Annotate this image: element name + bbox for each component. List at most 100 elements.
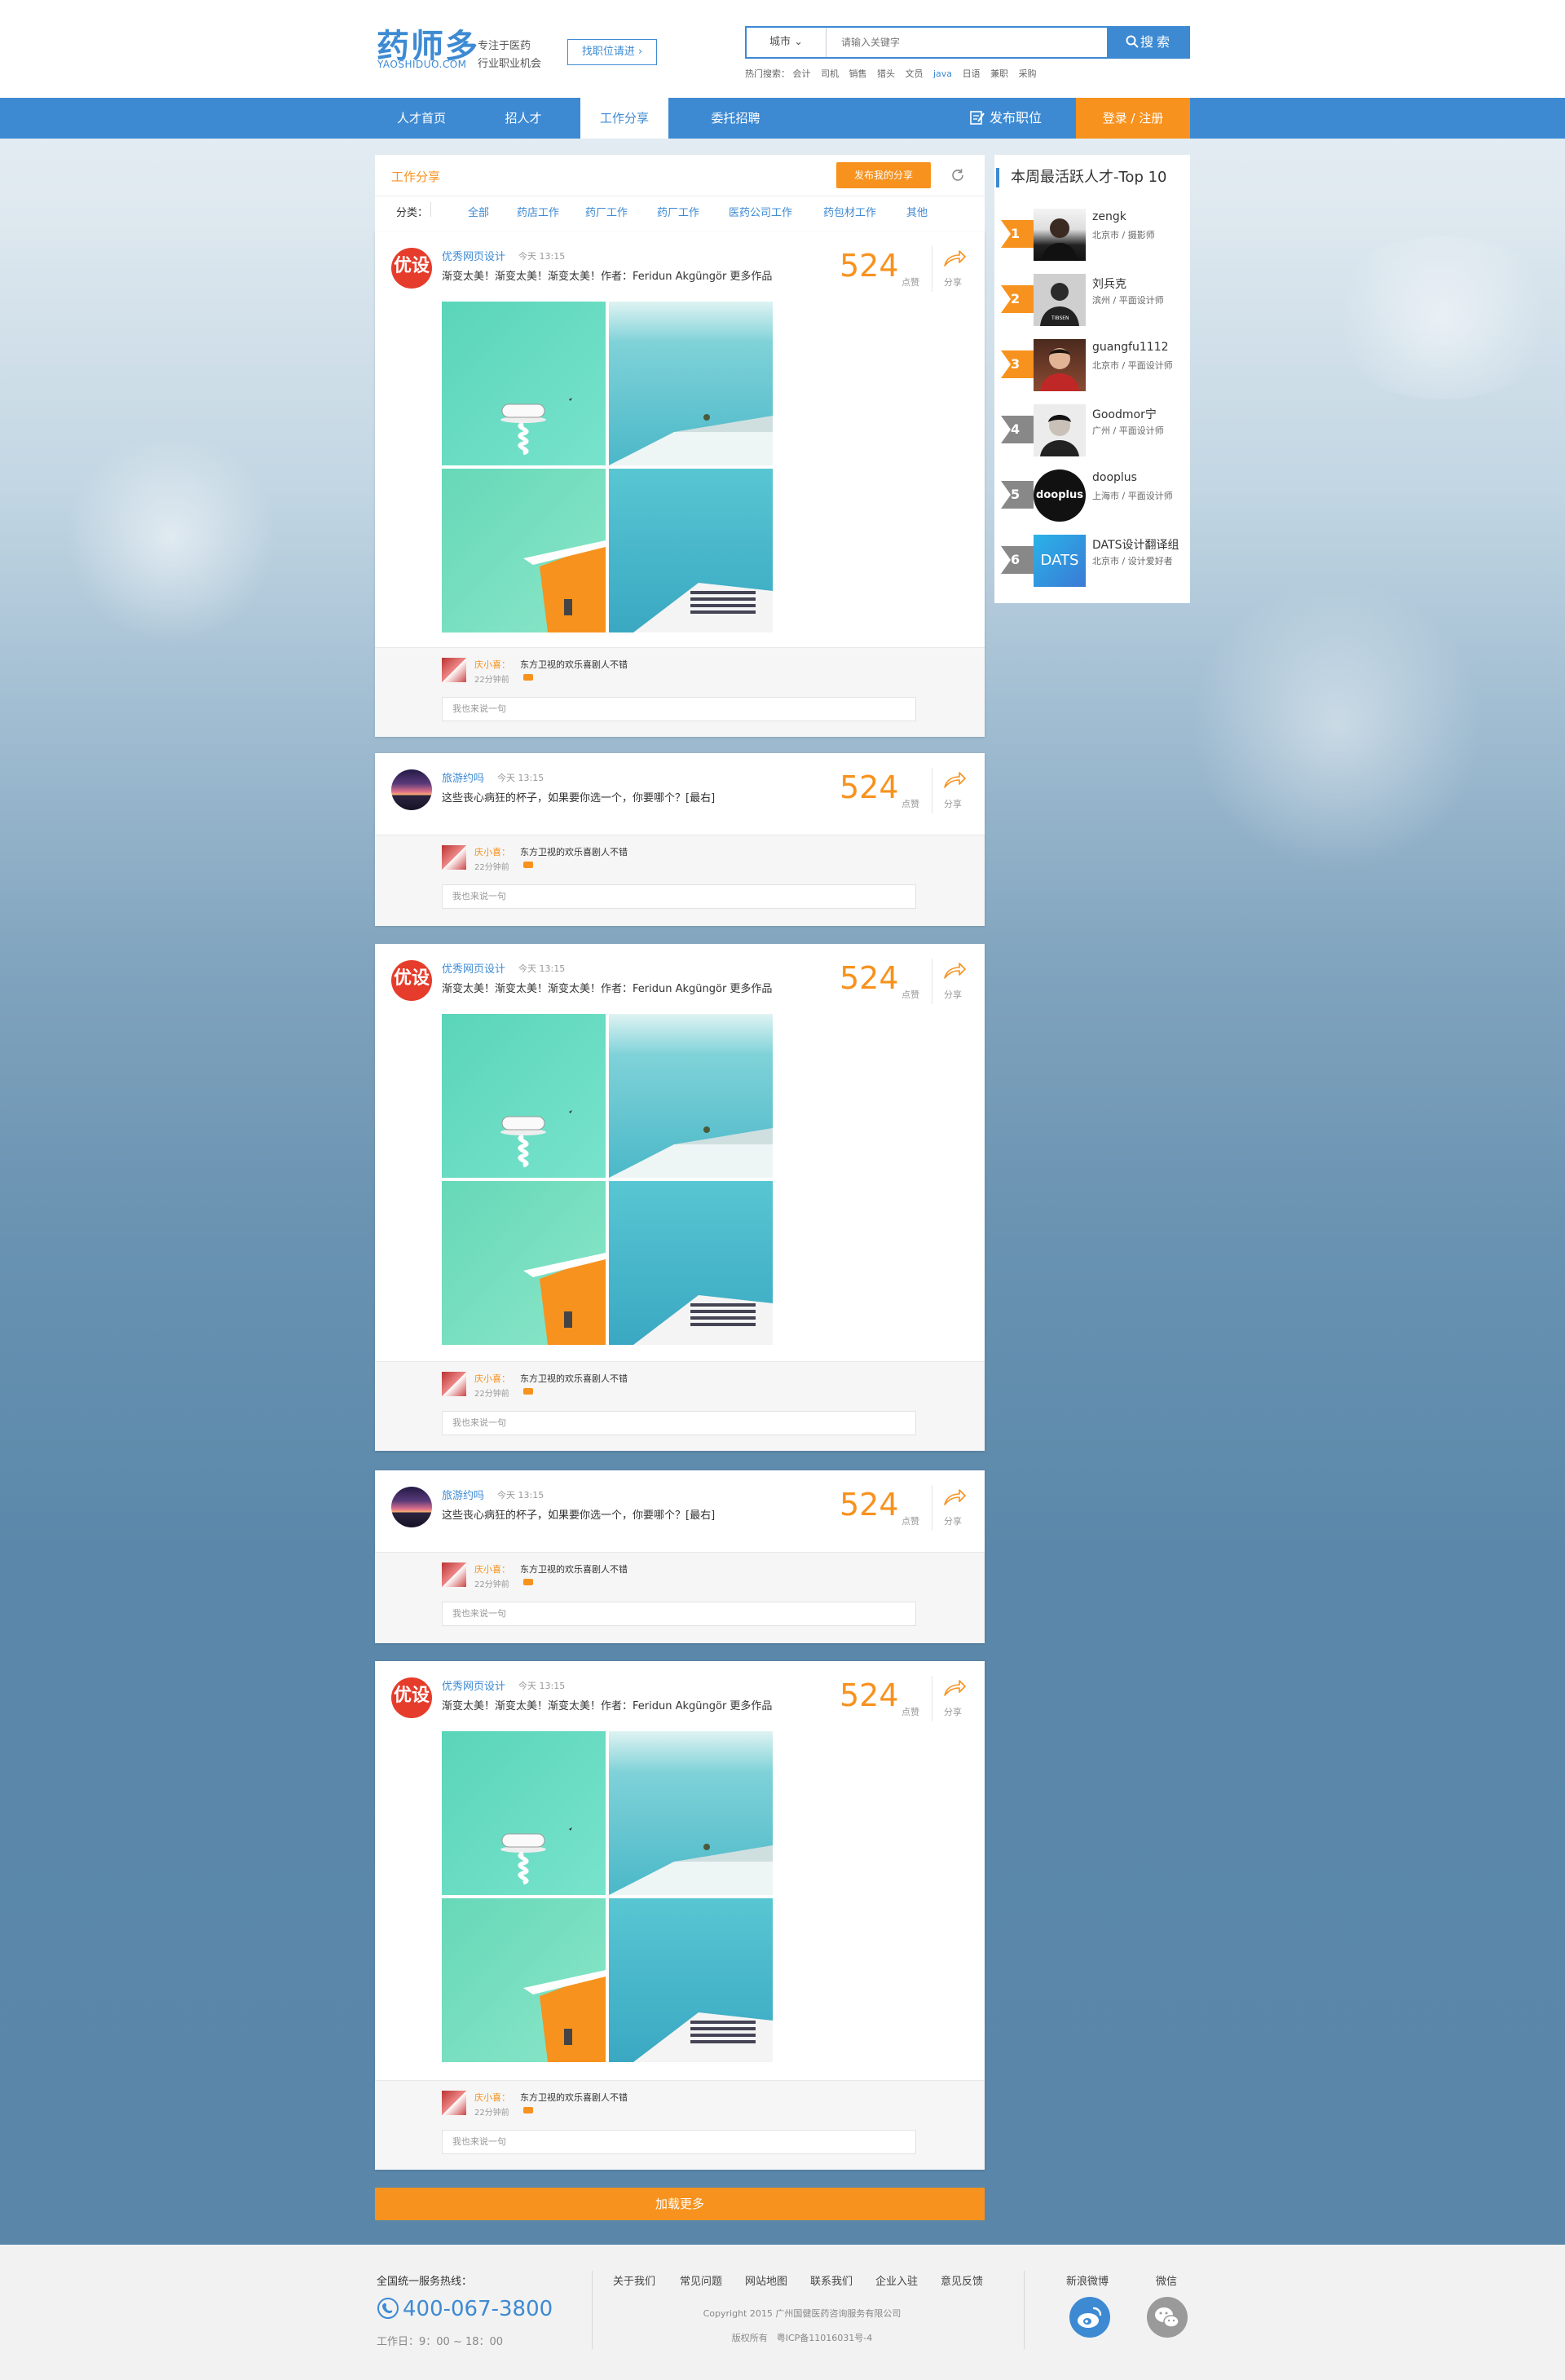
footer-link-sitemap[interactable]: 网站地图 [745, 2272, 787, 2288]
search-button[interactable]: 搜索 [1109, 26, 1190, 59]
share-label[interactable]: 分享 [944, 1514, 962, 1527]
avatar[interactable]: 优设 [391, 960, 432, 1001]
like-count[interactable]: 524 [840, 769, 899, 805]
commenter-name[interactable]: 庆小喜： [474, 658, 510, 671]
city-select[interactable]: 城市 ⌄ [747, 28, 827, 57]
hot-term[interactable]: 兼职 [990, 68, 1008, 79]
search-input[interactable] [828, 28, 1105, 57]
commenter-avatar[interactable] [442, 2091, 466, 2115]
share-icon[interactable] [942, 959, 967, 981]
post-image[interactable] [609, 302, 773, 465]
nav-work-share[interactable]: 工作分享 [580, 98, 668, 139]
commenter-avatar[interactable] [442, 845, 466, 870]
nav-entrust[interactable]: 委托招聘 [693, 98, 778, 139]
category-other[interactable]: 其他 [906, 204, 928, 219]
footer-link-enterprise[interactable]: 企业入驻 [875, 2272, 918, 2288]
comment-input[interactable]: 我也来说一句 [442, 884, 916, 909]
talent-avatar[interactable]: DATS [1034, 535, 1086, 587]
talent-avatar[interactable] [1034, 339, 1086, 391]
like-count[interactable]: 524 [840, 1677, 899, 1713]
talent-avatar[interactable] [1034, 404, 1086, 456]
talent-avatar[interactable] [1034, 209, 1086, 261]
share-icon[interactable] [942, 1485, 967, 1508]
post-image[interactable] [442, 1731, 606, 1895]
commenter-avatar[interactable] [442, 658, 466, 682]
avatar[interactable] [391, 1487, 432, 1527]
commenter-avatar[interactable] [442, 1562, 466, 1587]
hot-term[interactable]: 司机 [821, 68, 839, 79]
share-icon[interactable] [942, 1676, 967, 1699]
weibo-icon[interactable] [1069, 2297, 1110, 2338]
commenter-name[interactable]: 庆小喜： [474, 845, 510, 858]
post-job-link[interactable]: 发布职位 [970, 98, 1042, 139]
post-image[interactable] [442, 302, 606, 465]
like-label[interactable]: 点赞 [902, 988, 919, 1001]
comment-input[interactable]: 我也来说一句 [442, 1411, 916, 1435]
category-pharmacy[interactable]: 药店工作 [517, 204, 559, 219]
talent-name[interactable]: Goodmor宁 [1092, 406, 1157, 422]
refresh-icon[interactable] [950, 168, 965, 183]
post-image[interactable] [609, 1898, 773, 2062]
nav-talent-home[interactable]: 人才首页 [377, 98, 466, 139]
post-image[interactable] [442, 1181, 606, 1345]
post-image[interactable] [442, 469, 606, 632]
comment-input[interactable]: 我也来说一句 [442, 697, 916, 721]
publish-share-button[interactable]: 发布我的分享 [836, 162, 931, 188]
hot-term[interactable]: 采购 [1019, 68, 1037, 79]
post-author[interactable]: 优秀网页设计 [442, 248, 505, 263]
avatar[interactable] [391, 769, 432, 810]
category-pharma-company[interactable]: 医药公司工作 [729, 204, 792, 219]
post-author[interactable]: 旅游约吗 [442, 1487, 484, 1502]
footer-link-feedback[interactable]: 意见反馈 [941, 2272, 983, 2288]
footer-link-contact[interactable]: 联系我们 [810, 2272, 853, 2288]
comment-input[interactable]: 我也来说一句 [442, 2130, 916, 2154]
hot-term[interactable]: 日语 [963, 68, 981, 79]
load-more-button[interactable]: 加载更多 [375, 2188, 985, 2220]
hot-term[interactable]: 会计 [793, 68, 811, 79]
post-author[interactable]: 优秀网页设计 [442, 1677, 505, 1693]
reply-icon[interactable] [523, 1388, 533, 1395]
post-image[interactable] [609, 1014, 773, 1178]
login-register-button[interactable]: 登录 / 注册 [1076, 98, 1190, 139]
talent-name[interactable]: 刘兵克 [1092, 275, 1126, 292]
post-image[interactable] [442, 1898, 606, 2062]
reply-icon[interactable] [523, 674, 533, 681]
avatar[interactable]: 优设 [391, 1677, 432, 1718]
post-author[interactable]: 优秀网页设计 [442, 960, 505, 976]
footer-link-about[interactable]: 关于我们 [613, 2272, 655, 2288]
like-count[interactable]: 524 [840, 1487, 899, 1523]
like-count[interactable]: 524 [840, 960, 899, 996]
like-label[interactable]: 点赞 [902, 797, 919, 810]
talent-name[interactable]: guangfu1112 [1092, 341, 1169, 354]
nav-recruit[interactable]: 招人才 [483, 98, 564, 139]
talent-name[interactable]: dooplus [1092, 471, 1137, 484]
share-label[interactable]: 分享 [944, 275, 962, 289]
post-author[interactable]: 旅游约吗 [442, 769, 484, 785]
category-factory[interactable]: 药厂工作 [585, 204, 628, 219]
hot-term[interactable]: 猎头 [877, 68, 895, 79]
commenter-name[interactable]: 庆小喜： [474, 1372, 510, 1385]
talent-avatar[interactable]: TIBSEN [1034, 274, 1086, 326]
like-label[interactable]: 点赞 [902, 275, 919, 289]
post-image[interactable] [609, 469, 773, 632]
comment-input[interactable]: 我也来说一句 [442, 1602, 916, 1626]
talent-avatar[interactable]: dooplus [1034, 469, 1086, 522]
hot-term[interactable]: java [933, 68, 952, 79]
like-count[interactable]: 524 [840, 248, 899, 284]
category-factory-2[interactable]: 药厂工作 [657, 204, 699, 219]
avatar[interactable]: 优设 [391, 248, 432, 289]
find-job-button[interactable]: 找职位请进 › [567, 39, 657, 65]
share-label[interactable]: 分享 [944, 1705, 962, 1718]
post-image[interactable] [442, 1014, 606, 1178]
category-packaging[interactable]: 药包材工作 [823, 204, 876, 219]
hot-term[interactable]: 销售 [849, 68, 867, 79]
share-label[interactable]: 分享 [944, 988, 962, 1001]
reply-icon[interactable] [523, 862, 533, 868]
like-label[interactable]: 点赞 [902, 1514, 919, 1527]
reply-icon[interactable] [523, 1579, 533, 1585]
wechat-icon[interactable] [1147, 2297, 1188, 2338]
post-image[interactable] [609, 1181, 773, 1345]
commenter-name[interactable]: 庆小喜： [474, 1562, 510, 1576]
talent-name[interactable]: zengk [1092, 210, 1126, 223]
talent-name[interactable]: DATS设计翻译组 [1092, 536, 1179, 553]
